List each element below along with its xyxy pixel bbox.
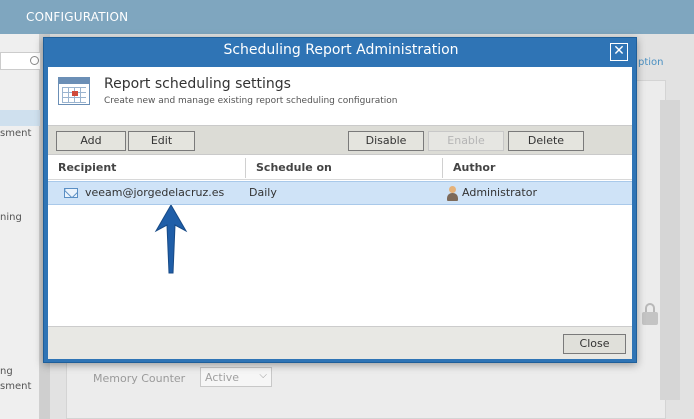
calendar-icon-top: [59, 78, 89, 84]
user-icon: [446, 186, 458, 201]
scheduling-report-dialog: Scheduling Report Administration ✕ Repor…: [43, 37, 637, 363]
table-row[interactable]: veeam@jorgedelacruz.es Daily Administrat…: [48, 181, 632, 205]
left-item-1[interactable]: sment: [0, 128, 31, 139]
dialog-header: Report scheduling settings Create new an…: [48, 67, 632, 122]
column-author[interactable]: Author: [443, 156, 632, 180]
edit-button[interactable]: Edit: [128, 131, 195, 151]
close-icon[interactable]: ✕: [610, 43, 628, 61]
memory-counter-select[interactable]: Active ⌵: [200, 367, 272, 387]
dialog-header-title: Report scheduling settings: [104, 76, 291, 92]
calendar-icon-mark: [72, 91, 78, 96]
enable-button[interactable]: Enable: [428, 131, 504, 151]
dialog-header-subtitle: Create new and manage existing report sc…: [104, 96, 398, 106]
column-schedule-on[interactable]: Schedule on: [246, 156, 442, 180]
app-left-column: [0, 34, 40, 419]
search-icon[interactable]: [30, 56, 39, 65]
chevron-down-icon: ⌵: [259, 370, 267, 381]
user-icon-body: [447, 193, 458, 201]
arrow-up-annotation: [154, 205, 188, 274]
arrow-up-annotation-shape: [154, 205, 188, 274]
user-icon-head: [449, 186, 456, 193]
close-button[interactable]: Close: [563, 334, 626, 354]
left-item-4[interactable]: sment: [0, 381, 31, 392]
delete-button[interactable]: Delete: [508, 131, 584, 151]
cell-author: Administrator: [462, 186, 537, 199]
left-item-3[interactable]: ng: [0, 366, 13, 377]
mail-icon: [64, 188, 78, 198]
lock-body: [642, 312, 658, 325]
left-search-box[interactable]: [0, 52, 42, 70]
dialog-content: Report scheduling settings Create new an…: [48, 67, 632, 359]
option-link[interactable]: ption: [638, 57, 664, 68]
cell-schedule: Daily: [249, 186, 277, 199]
toolbar: Add Edit Disable Enable Delete: [48, 125, 632, 155]
table-header: Recipient Schedule on Author: [48, 156, 632, 180]
lock-icon[interactable]: [642, 303, 658, 325]
memory-counter-value: Active: [205, 371, 240, 384]
memory-counter-label: Memory Counter: [93, 372, 186, 385]
cell-recipient: veeam@jorgedelacruz.es: [85, 186, 225, 199]
left-column-selected-item[interactable]: [0, 110, 40, 126]
calendar-icon: [58, 77, 90, 105]
dialog-footer: Close: [48, 326, 632, 359]
disable-button[interactable]: Disable: [348, 131, 424, 151]
app-header-title: CONFIGURATION: [26, 10, 129, 24]
add-button[interactable]: Add: [56, 131, 126, 151]
app-right-scrollbar[interactable]: [660, 100, 680, 400]
column-recipient[interactable]: Recipient: [48, 156, 245, 180]
left-item-2[interactable]: ning: [0, 212, 22, 223]
app-header: CONFIGURATION: [0, 0, 694, 34]
dialog-title: Scheduling Report Administration: [223, 42, 459, 58]
